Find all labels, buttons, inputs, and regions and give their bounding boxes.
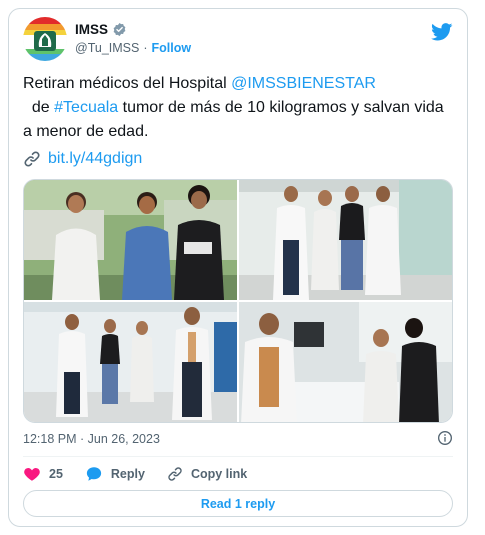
handle-row: @Tu_IMSS · Follow — [75, 41, 191, 55]
copy-link-label: Copy link — [190, 467, 248, 481]
hashtag-link[interactable]: #Tecuala — [54, 99, 118, 116]
copy-link-button[interactable]: Copy link — [167, 466, 247, 482]
read-replies-button[interactable]: Read 1 reply — [23, 490, 453, 517]
photo-grid — [23, 179, 453, 423]
photo-1[interactable] — [24, 180, 237, 300]
tweet-text: Retiran médicos del Hospital @IMSSBIENES… — [23, 72, 453, 144]
heart-icon — [24, 468, 40, 481]
link-text[interactable]: bit.ly/44gdign — [48, 150, 142, 168]
tweet-card: IMSS @Tu_IMSS · Follow Retiran médicos d… — [8, 8, 468, 527]
tweet-timestamp[interactable]: 12:18 PM · Jun 26, 2023 — [23, 432, 160, 446]
reply-label: Reply — [110, 467, 145, 481]
account-avatar[interactable] — [23, 17, 67, 61]
photo-4[interactable] — [239, 302, 452, 422]
separator-dot: · — [143, 41, 148, 55]
divider — [23, 456, 453, 457]
imss-logo-icon — [23, 17, 67, 61]
like-button[interactable]: 25 — [23, 465, 63, 483]
reply-bubble-icon — [86, 467, 102, 481]
twitter-bird-icon[interactable] — [431, 23, 453, 41]
tweet-text-part-2: de — [23, 99, 55, 116]
photo-3[interactable] — [24, 302, 237, 422]
shortened-link[interactable]: bit.ly/44gdign — [23, 150, 142, 168]
tweet-text-part-1: Retiran médicos del Hospital — [23, 75, 232, 92]
reply-button[interactable]: Reply — [85, 465, 145, 483]
like-count: 25 — [49, 467, 63, 481]
follow-button[interactable]: Follow — [152, 41, 192, 55]
mention-link[interactable]: @IMSSBIENESTAR — [231, 75, 376, 92]
account-name-row: IMSS — [75, 22, 127, 37]
action-bar: 25 Reply Copy link — [23, 464, 269, 484]
verified-badge-icon — [113, 22, 126, 37]
info-icon[interactable] — [437, 430, 453, 446]
copy-link-icon — [168, 467, 182, 481]
account-handle[interactable]: @Tu_IMSS — [75, 41, 139, 55]
photo-2[interactable] — [239, 180, 452, 300]
link-icon — [24, 151, 40, 167]
display-name[interactable]: IMSS — [75, 22, 108, 37]
read-replies-label: Read 1 reply — [200, 496, 276, 511]
